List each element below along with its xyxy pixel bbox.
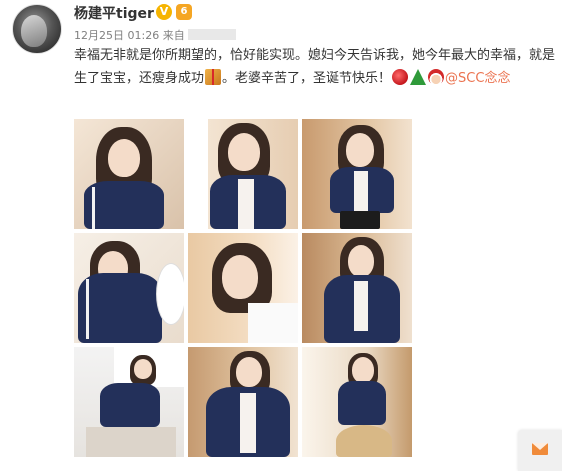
photo-thumbnail-1[interactable]: [74, 119, 184, 229]
christmas-tree-emoji-icon: [410, 69, 427, 85]
photo-grid: [74, 119, 412, 459]
photo-thumbnail-5[interactable]: [188, 233, 298, 343]
santa-emoji-icon: [428, 69, 445, 85]
photo-thumbnail-9[interactable]: [302, 347, 412, 457]
mention-link[interactable]: @SCC念: [445, 71, 497, 86]
photo-thumbnail-4[interactable]: [74, 233, 184, 343]
gift-emoji-icon: [205, 69, 222, 85]
photo-thumbnail-2[interactable]: [188, 119, 298, 229]
username-link[interactable]: 杨建平tiger: [74, 3, 154, 23]
post-text-line1: 幸福无非就是你所期望的，恰好能实现。媳妇今天告诉我，她今年最大的幸福，: [74, 48, 530, 63]
photo-thumbnail-8[interactable]: [188, 347, 298, 457]
post-source-label: 来自: [162, 29, 185, 42]
photo-thumbnail-7[interactable]: [74, 347, 184, 457]
verified-badge-icon[interactable]: V: [156, 4, 172, 20]
post-text: 幸福无非就是你所期望的，恰好能实现。媳妇今天告诉我，她今年最大的幸福，就是生了宝…: [74, 44, 562, 90]
photo-thumbnail-6[interactable]: [302, 233, 412, 343]
apple-emoji-icon: [392, 69, 409, 85]
post-source-redacted: [187, 29, 236, 40]
post-meta: 12月25日 01:26 来自: [74, 27, 236, 43]
avatar-face: [21, 15, 47, 47]
user-avatar[interactable]: [12, 4, 62, 54]
user-level-icon[interactable]: 6: [176, 4, 192, 20]
post-text-line2b: 。老婆辛苦了，圣诞节快乐！: [222, 71, 392, 86]
message-mail-button[interactable]: [518, 430, 562, 471]
envelope-icon: [532, 443, 548, 455]
post-timestamp[interactable]: 12月25日 01:26: [74, 29, 159, 42]
mention-link-continued[interactable]: 念: [497, 71, 510, 86]
photo-thumbnail-3[interactable]: [302, 119, 412, 229]
